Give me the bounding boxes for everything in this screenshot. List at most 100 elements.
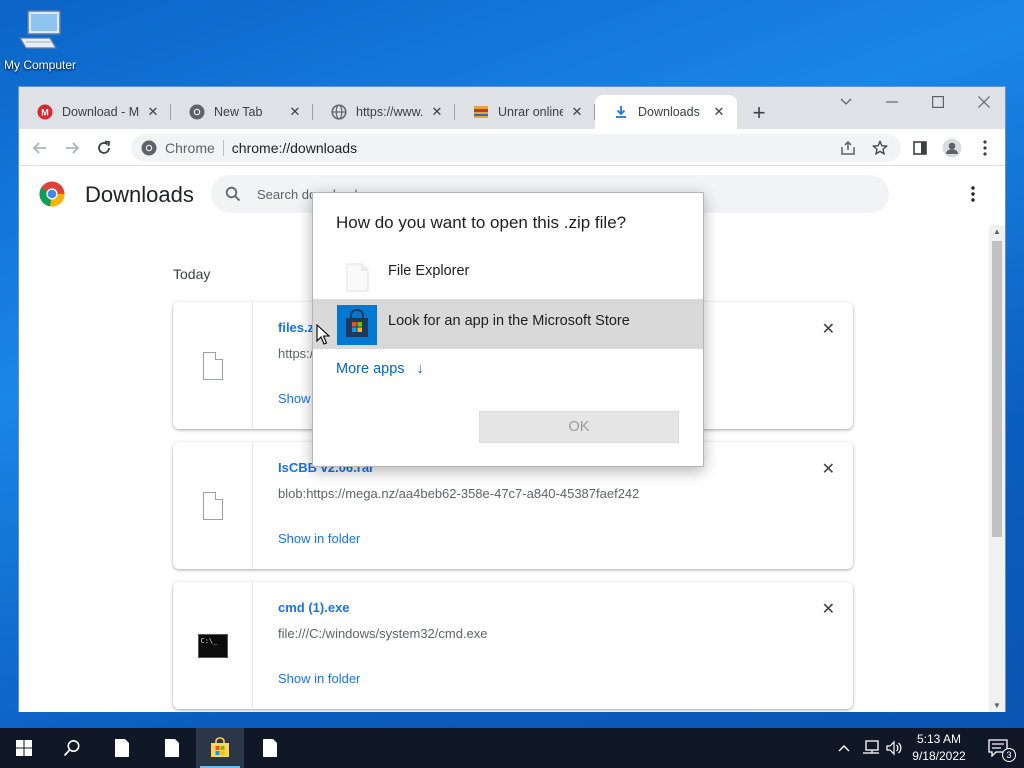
download-file-name[interactable]: files.z xyxy=(278,320,314,335)
close-window-button[interactable] xyxy=(961,87,1007,117)
network-icon xyxy=(863,740,879,754)
download-file-icon-area: C:\_ xyxy=(173,582,253,709)
chrome-menu-button[interactable] xyxy=(972,135,998,161)
close-icon[interactable]: ✕ xyxy=(429,104,445,120)
omnibox-url: chrome://downloads xyxy=(231,140,358,156)
option-label: File Explorer xyxy=(388,263,470,279)
show-in-folder-link[interactable]: Show in folder xyxy=(278,671,360,686)
windows-logo-icon xyxy=(16,740,32,756)
share-button[interactable] xyxy=(835,135,861,161)
browser-toolbar: Chrome chrome://downloads xyxy=(19,129,1005,166)
taskbar-app-file[interactable] xyxy=(98,728,146,768)
mouse-cursor-icon xyxy=(316,323,331,351)
ok-button[interactable]: OK xyxy=(479,411,679,443)
page-scrollbar[interactable]: ▲ ▼ xyxy=(989,225,1005,712)
svg-text:M: M xyxy=(41,108,49,118)
chevron-down-icon xyxy=(840,98,852,105)
remove-download-button[interactable]: ✕ xyxy=(822,459,835,479)
file-icon xyxy=(202,491,223,520)
notification-count-badge: 3 xyxy=(1002,748,1016,762)
back-button[interactable] xyxy=(27,135,53,161)
download-file-name[interactable]: cmd (1).exe xyxy=(278,600,350,615)
bookmark-button[interactable] xyxy=(867,135,893,161)
downloads-menu-button[interactable] xyxy=(963,183,983,205)
notifications-button[interactable]: 3 xyxy=(982,728,1016,768)
chrome-icon xyxy=(141,140,157,156)
maximize-icon xyxy=(932,96,944,108)
tab-title: Download - M xyxy=(62,105,139,119)
desktop-icon-label: My Computer xyxy=(3,58,77,72)
remove-download-button[interactable]: ✕ xyxy=(822,599,835,619)
chevron-up-icon xyxy=(838,745,850,752)
more-apps-label: More apps xyxy=(336,361,405,377)
tab-search-button[interactable] xyxy=(823,87,869,117)
download-file-icon-area xyxy=(173,302,253,429)
tab-new-tab[interactable]: New Tab ✕ xyxy=(171,95,313,129)
scroll-up-icon[interactable]: ▲ xyxy=(989,227,1005,236)
network-button[interactable] xyxy=(862,728,880,768)
tab-title: New Tab xyxy=(214,105,263,119)
tab-website[interactable]: https://www.w ✕ xyxy=(313,95,455,129)
show-in-folder-link[interactable]: Show xyxy=(278,391,311,406)
more-vert-icon xyxy=(983,140,987,156)
download-source-url: file:///C:/windows/system32/cmd.exe xyxy=(278,626,488,641)
volume-button[interactable] xyxy=(886,728,902,768)
omnibox-chip: Chrome xyxy=(165,140,215,156)
option-microsoft-store[interactable]: Look for an app in the Microsoft Store xyxy=(313,299,703,349)
maximize-button[interactable] xyxy=(915,87,961,117)
option-file-explorer[interactable]: File Explorer xyxy=(313,249,703,299)
download-icon xyxy=(613,104,629,120)
scroll-down-icon[interactable]: ▼ xyxy=(989,701,1005,710)
start-button[interactable] xyxy=(0,728,48,768)
taskbar-app-file[interactable] xyxy=(246,728,294,768)
address-bar[interactable]: Chrome chrome://downloads xyxy=(131,134,901,162)
chrome-logo-icon xyxy=(39,181,65,207)
taskbar-clock[interactable]: 5:13 AM 9/18/2022 xyxy=(906,731,972,765)
remove-download-button[interactable]: ✕ xyxy=(822,319,835,339)
close-icon[interactable]: ✕ xyxy=(145,104,161,120)
download-item: C:\_ cmd (1).exe file:///C:/windows/syst… xyxy=(173,582,853,709)
minimize-icon xyxy=(886,101,898,103)
tab-strip: M Download - M ✕ New Tab ✕ https://www.w… xyxy=(19,87,1005,129)
tab-title: Unrar online: C xyxy=(498,105,563,119)
cmd-icon: C:\_ xyxy=(197,633,228,658)
show-hidden-icons-button[interactable] xyxy=(838,728,850,768)
microsoft-store-icon xyxy=(337,305,377,345)
new-tab-button[interactable]: + xyxy=(747,100,771,126)
minimize-button[interactable] xyxy=(869,87,915,117)
document-icon xyxy=(165,739,179,757)
tab-title: Downloads xyxy=(638,105,700,119)
download-source-url: blob:https://mega.nz/aa4beb62-358e-47c7-… xyxy=(278,486,640,501)
close-icon[interactable]: ✕ xyxy=(287,104,303,120)
computer-icon xyxy=(16,8,64,54)
globe-icon xyxy=(331,104,347,120)
side-panel-button[interactable] xyxy=(907,135,933,161)
profile-button[interactable] xyxy=(939,135,965,161)
download-source-url: https:/ xyxy=(278,346,314,361)
taskbar: 5:13 AM 9/18/2022 3 xyxy=(0,728,1024,768)
avatar-icon xyxy=(942,138,962,158)
unrar-icon xyxy=(473,104,489,120)
reload-button[interactable] xyxy=(91,135,117,161)
tab-unrar-online[interactable]: Unrar online: C ✕ xyxy=(455,95,595,129)
taskbar-app-microsoft-store[interactable] xyxy=(196,728,244,768)
tab-downloads[interactable]: Downloads ✕ xyxy=(595,95,737,129)
page-title: Downloads xyxy=(85,182,194,207)
more-apps-link[interactable]: More apps ↓ xyxy=(336,361,424,377)
tab-title: https://www.w xyxy=(356,105,423,119)
mega-icon: M xyxy=(37,104,53,120)
scrollbar-thumb[interactable] xyxy=(992,241,1002,537)
forward-button[interactable] xyxy=(59,135,85,161)
close-icon[interactable]: ✕ xyxy=(569,104,585,120)
date-section-heading: Today xyxy=(173,266,211,282)
dialog-title: How do you want to open this .zip file? xyxy=(336,213,627,232)
close-icon xyxy=(978,96,990,108)
show-in-folder-link[interactable]: Show in folder xyxy=(278,531,360,546)
taskbar-app-file[interactable] xyxy=(148,728,196,768)
file-explorer-icon xyxy=(339,259,375,295)
search-button[interactable] xyxy=(48,728,96,768)
desktop-icon-my-computer[interactable]: My Computer xyxy=(0,8,80,72)
close-icon[interactable]: ✕ xyxy=(711,104,727,120)
tab-mega-download[interactable]: M Download - M ✕ xyxy=(19,95,171,129)
reload-icon xyxy=(98,140,111,154)
